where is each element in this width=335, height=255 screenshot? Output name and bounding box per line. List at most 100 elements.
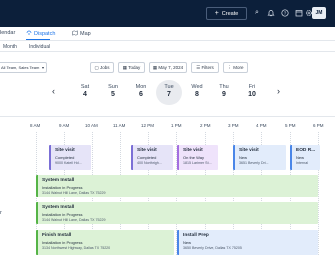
day-fri[interactable]: Fri 10 [242, 84, 262, 98]
view-individual[interactable]: Individual [29, 44, 50, 50]
job-title: System Install [42, 178, 75, 183]
top-bar: + Create ⌕ ? JM [0, 0, 335, 27]
avatar[interactable]: JM [312, 7, 326, 19]
nav-dispatch[interactable]: Dispatch [26, 30, 55, 38]
job-address: 9000 Kateil Hd... [55, 161, 82, 165]
create-button[interactable]: + Create [206, 7, 247, 20]
day-tue[interactable]: Tue 7 [159, 84, 179, 98]
day-name: Thu [219, 84, 229, 90]
nav-divider [0, 40, 335, 41]
job-status: Installation in Progress [42, 212, 83, 217]
hour-label: 6 PM [313, 123, 324, 128]
job-title: Site visit [55, 148, 75, 153]
hour-label: 12 PM [141, 123, 155, 128]
svg-text:?: ? [284, 11, 287, 16]
hour-label: 9 AM [59, 123, 70, 128]
team-select[interactable]: All Team, Sales Team ▾ [0, 62, 47, 73]
bell-icon[interactable] [267, 9, 275, 17]
calendar-check-icon[interactable] [295, 9, 303, 17]
job-title: Site visit [137, 148, 157, 153]
job-card[interactable]: Finish Install Installation in Progress … [36, 230, 174, 255]
job-card[interactable]: Site visit New 3651 Beverly Dri... [233, 145, 286, 170]
hour-label: 4 PM [256, 123, 267, 128]
day-date: 5 [111, 91, 115, 98]
day-date: 7 [167, 91, 171, 98]
day-date: 9 [222, 91, 226, 98]
filter-icon: ☰ [196, 65, 201, 70]
create-label: Create [221, 10, 239, 17]
dispatch-icon [26, 30, 32, 38]
day-thu[interactable]: Thu 9 [214, 84, 234, 98]
day-name: Mon [135, 84, 147, 90]
hour-label: 8 AM [30, 123, 41, 128]
job-address: 3650 Beverly Drive, Dallas TX 75205 [183, 246, 242, 250]
job-status: On the Way [183, 155, 204, 160]
job-card[interactable]: EOD R... New Internal [290, 145, 320, 170]
job-address: 1815 Larimer St... [183, 161, 212, 165]
day-name: Tue [164, 84, 174, 90]
day-sun[interactable]: Sun 5 [103, 84, 123, 98]
job-address: 3144 Walnut Hill Lane, Dallas TX 75229 [42, 218, 106, 222]
map-icon [72, 30, 78, 38]
nav-map[interactable]: Map [72, 30, 91, 38]
jobs-button[interactable]: ▢ Jobs [90, 62, 114, 73]
jobs-icon: ▢ [94, 65, 99, 70]
day-name: Wed [191, 84, 203, 90]
help-icon[interactable]: ? [281, 9, 289, 17]
job-status: New [183, 240, 192, 245]
hour-label: 2 PM [200, 123, 211, 128]
hour-label: 5 PM [285, 123, 296, 128]
filters-label: Filters [201, 65, 214, 70]
previous-week-button[interactable]: ‹ [52, 86, 55, 96]
more-label: More [233, 65, 244, 70]
job-status: New [296, 155, 305, 160]
job-status: Installation in Progress [42, 240, 83, 245]
day-name: Fri [248, 84, 256, 90]
search-icon[interactable]: ⌕ [253, 9, 261, 17]
day-mon[interactable]: Mon 6 [131, 84, 151, 98]
filters-button[interactable]: ☰ Filters [191, 62, 219, 73]
job-card[interactable]: Install Prep New 3650 Beverly Drive, Dal… [177, 230, 318, 255]
job-card[interactable]: System Install Installation in Progress … [36, 175, 318, 197]
job-address: 3144 Walnut Hill Lane, Dallas TX 75229 [42, 191, 106, 195]
job-title: Install Prep [183, 233, 209, 238]
job-card[interactable]: Site visit On the Way 1815 Larimer St... [177, 145, 218, 170]
timeline-divider [0, 116, 335, 117]
hour-label: 3 PM [228, 123, 239, 128]
date-picker-button[interactable]: ▦ May 7, 2024 [149, 62, 187, 73]
job-address: Internal [296, 161, 308, 165]
nav-dispatch-label: Dispatch [34, 31, 56, 37]
more-icon: ⋮ [227, 65, 232, 70]
next-week-button[interactable]: › [277, 86, 280, 96]
job-card[interactable]: System Install Installation in Progress … [36, 202, 318, 224]
hour-label: 11 AM [113, 123, 126, 128]
day-date: 8 [195, 91, 199, 98]
job-status: Completed [137, 155, 157, 160]
job-address: 3651 Beverly Dri... [239, 161, 269, 165]
day-date: 10 [248, 91, 256, 98]
subnav-divider [0, 51, 335, 52]
day-name: Sun [108, 84, 118, 90]
nav-calendar[interactable]: lendar [0, 30, 15, 36]
jobs-label: Jobs [100, 65, 110, 70]
chevron-down-icon: ▾ [41, 65, 44, 70]
more-button[interactable]: ⋮ More [223, 62, 248, 73]
view-month[interactable]: Month [3, 44, 17, 50]
day-wed[interactable]: Wed 8 [187, 84, 207, 98]
hour-label: 1 PM [171, 123, 182, 128]
plus-icon: + [214, 10, 219, 17]
day-sat[interactable]: Sat 4 [75, 84, 95, 98]
today-button[interactable]: ▦ Today [118, 62, 145, 73]
day-date: 4 [83, 91, 87, 98]
job-card[interactable]: Site visit Completed 9000 Kateil Hd... [49, 145, 91, 170]
job-status: Installation in Progress [42, 185, 83, 190]
calendar-icon: ▦ [152, 65, 158, 70]
job-address: 400 Northrigh... [137, 161, 162, 165]
job-card[interactable]: Site visit Completed 400 Northrigh... [131, 145, 173, 170]
job-title: Finish Install [42, 233, 72, 238]
calendar-icon: ▦ [122, 65, 128, 70]
nav-map-label: Map [80, 31, 91, 37]
job-title: Site visit [239, 148, 259, 153]
job-address: 3134 Northwest Highway, Dallas TX 75220 [42, 246, 111, 250]
job-title: System Install [42, 205, 75, 210]
